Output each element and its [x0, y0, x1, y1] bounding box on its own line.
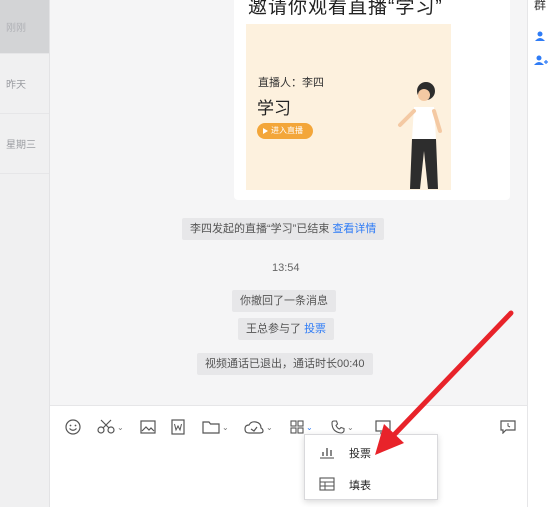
sidebar-item-yesterday[interactable]: 昨天 [0, 54, 49, 114]
live-topic: 学习 [257, 99, 291, 118]
folder-icon [202, 421, 220, 434]
chevron-down-icon: ⌄ [266, 422, 273, 432]
screen-share-icon [375, 420, 391, 434]
menu-item-label: 投票 [349, 448, 371, 460]
view-details-link[interactable]: 查看详情 [332, 223, 376, 235]
table-icon [319, 477, 335, 491]
add-member-icon[interactable] [534, 54, 548, 69]
sidebar-item-wednesday[interactable]: 星期三 [0, 114, 49, 174]
chevron-down-icon: ⌄ [306, 422, 313, 432]
menu-item-label: 填表 [349, 480, 371, 492]
screenshot-button[interactable]: ⌄ [97, 418, 124, 436]
enter-live-button[interactable]: 进入直播 [257, 123, 313, 139]
group-panel-title: 群 [534, 0, 547, 12]
vote-participation-message: 王总参与了 投票 [238, 318, 335, 340]
live-ended-message: 李四发起的直播“学习”已结束 查看详情 [182, 218, 385, 240]
menu-item-form[interactable]: 填表 [305, 469, 439, 499]
message-history-icon [500, 420, 516, 434]
sidebar-item-just-now[interactable]: 刚刚 [0, 0, 49, 54]
live-host: 直播人：李四 [258, 77, 324, 89]
image-button[interactable] [140, 418, 156, 436]
document-button[interactable] [171, 418, 185, 436]
phone-icon [331, 420, 345, 434]
chevron-down-icon: ⌄ [222, 422, 229, 432]
presenter-illustration [398, 82, 442, 189]
group-side-panel: 群 [527, 0, 550, 507]
vote-link[interactable]: 投票 [304, 323, 326, 335]
cloud-disk-icon [244, 421, 264, 434]
input-toolbar: ⌄ ⌄ ⌄ ⌄ ⌄ [50, 405, 527, 507]
image-icon [140, 420, 156, 434]
live-card-title: 邀请你观看直播“学习” [248, 0, 443, 18]
menu-item-vote[interactable]: 投票 [305, 437, 439, 467]
message-history-button[interactable] [500, 418, 516, 436]
live-invite-card[interactable]: 邀请你观看直播“学习” 直播人：李四 学习 进入直播 [234, 0, 510, 200]
scissors-icon [97, 419, 115, 434]
apps-dropdown-menu: 投票 填表 [304, 434, 438, 500]
sidebar-item-label: 星期三 [6, 140, 36, 151]
video-call-message: 视频通话已退出，通话时长00:40 [197, 353, 373, 375]
emoji-button[interactable] [65, 418, 81, 436]
bar-chart-icon [320, 448, 334, 459]
emoji-icon [65, 419, 81, 435]
chevron-down-icon: ⌄ [347, 422, 354, 432]
cloud-disk-button[interactable]: ⌄ [244, 418, 273, 436]
sidebar-item-label: 昨天 [6, 80, 26, 91]
live-ended-text: 李四发起的直播“学习”已结束 [190, 223, 330, 235]
session-time-sidebar: 刚刚 昨天 星期三 [0, 0, 50, 507]
sidebar-item-label: 刚刚 [6, 23, 26, 34]
word-doc-icon [171, 419, 185, 435]
recall-message: 你撤回了一条消息 [232, 290, 336, 312]
vote-participation-text: 王总参与了 [246, 323, 301, 335]
file-button[interactable]: ⌄ [202, 418, 229, 436]
chevron-down-icon: ⌄ [117, 422, 124, 432]
apps-grid-icon [290, 420, 304, 434]
live-poster[interactable]: 直播人：李四 学习 进入直播 [246, 24, 451, 190]
message-timestamp: 13:54 [272, 262, 300, 274]
member-icon[interactable] [534, 30, 546, 45]
